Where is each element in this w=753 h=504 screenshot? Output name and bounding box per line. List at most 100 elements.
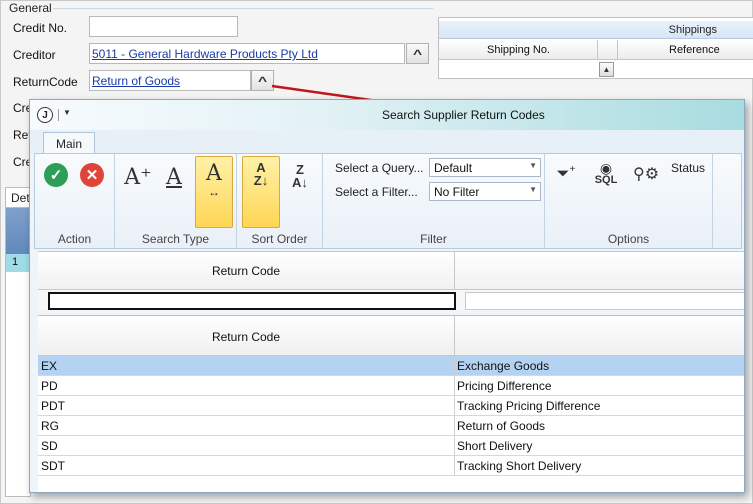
return-code-field[interactable]: Return of Goods [89, 70, 251, 91]
select-query-label: Select a Query... [335, 161, 424, 175]
table-row[interactable]: PDT Tracking Pricing Difference [38, 396, 744, 416]
cancel-button[interactable]: ✕ [77, 158, 107, 192]
filter-select[interactable]: No Filter ▼ [429, 182, 541, 201]
ribbon-group-action: ✓ ✕ Action [35, 154, 115, 248]
status-button[interactable]: Status [671, 161, 705, 175]
search-type-contains-button[interactable]: A ↔ [195, 156, 233, 228]
ribbon-group-sort-order: A Z↓ Z A↓ Sort Order [237, 154, 323, 248]
ribbon: ✓ ✕ Action A⁺ A A ↔ Search Type A Z↓ Z A… [34, 153, 742, 249]
column-separator [597, 40, 598, 60]
details-tab[interactable]: Det [5, 187, 31, 207]
filter-grid: Return Code [38, 251, 744, 311]
eye-icon: ◉ [599, 160, 613, 176]
filter-grid-header-return-code[interactable]: Return Code [38, 252, 455, 290]
table-row[interactable]: EX Exchange Goods [38, 356, 744, 376]
reference-column[interactable]: Reference [669, 44, 720, 56]
details-grid-header [6, 208, 30, 254]
sort-az-icon: A Z↓ [253, 160, 269, 188]
creditor-link[interactable]: 5011 - General Hardware Products Pty Ltd [92, 47, 318, 61]
sort-descending-button[interactable]: Z A↓ [282, 156, 318, 196]
group-title: General [9, 1, 52, 15]
accept-button[interactable]: ✓ [41, 158, 71, 192]
group-divider [53, 8, 433, 9]
options-group-label: Options [607, 232, 650, 246]
sort-ascending-button[interactable]: A Z↓ [242, 156, 280, 228]
results-header-description[interactable] [455, 316, 744, 356]
description-filter-input[interactable] [465, 292, 744, 310]
table-row[interactable]: SD Short Delivery [38, 436, 744, 456]
sql-label: SQL [594, 174, 618, 186]
row-description: Tracking Short Delivery [457, 459, 582, 473]
results-header-return-code[interactable]: Return Code [38, 316, 455, 356]
chevron-up-icon: ^ [412, 46, 423, 61]
cell-separator [454, 356, 455, 376]
ribbon-tab-strip: Main [30, 130, 744, 154]
query-select-value: Default [434, 161, 473, 175]
tab-main[interactable]: Main [43, 132, 95, 154]
dialog-titlebar: J ▼ Search Supplier Return Codes [30, 100, 744, 130]
filter-grid-header-description[interactable] [455, 252, 744, 290]
filter-select-value: No Filter [434, 185, 480, 199]
row-code: PDT [41, 399, 65, 413]
shippings-panel: Shippings Shipping No. Reference ▲ [438, 17, 753, 79]
sort-za-icon: Z A↓ [292, 162, 308, 190]
double-arrow-icon: ↔ [208, 185, 220, 199]
row-code: EX [41, 359, 58, 373]
shippings-title: Shippings [668, 24, 717, 36]
shippings-scroll-up-button[interactable]: ▲ [599, 62, 614, 77]
sql-view-button[interactable]: ◉ SQL [589, 157, 623, 191]
creditor-lookup-button[interactable]: ^ [406, 43, 429, 64]
return-code-link[interactable]: Return of Goods [92, 74, 180, 88]
credit-no-input[interactable] [89, 16, 238, 37]
column-separator [617, 40, 618, 60]
return-code-filter-input[interactable] [48, 292, 456, 310]
table-row[interactable]: RG Return of Goods [38, 416, 744, 436]
font-contains-icon: A [206, 161, 222, 186]
cell-separator [454, 456, 455, 476]
font-underline-icon: A [166, 164, 182, 190]
table-row[interactable]: SDT Tracking Short Delivery [38, 456, 744, 476]
row-description: Exchange Goods [457, 359, 550, 373]
details-grid-row[interactable]: 1 [6, 254, 30, 272]
ribbon-group-filter: Select a Query... Default ▼ Select a Fil… [323, 154, 545, 248]
shippings-header: Shipping No. Reference [439, 40, 753, 60]
creditor-field[interactable]: 5011 - General Hardware Products Pty Ltd [89, 43, 405, 64]
row-code: SD [41, 439, 58, 453]
chevron-down-icon: ▼ [529, 185, 537, 194]
sort-order-group-label: Sort Order [251, 232, 308, 246]
dialog-title: Search Supplier Return Codes [382, 108, 545, 122]
shipping-no-column[interactable]: Shipping No. [487, 44, 550, 56]
shippings-title-bar: Shippings [439, 21, 753, 39]
credit-no-label: Credit No. [13, 21, 68, 35]
filter-column-label: Return Code [211, 264, 281, 278]
return-code-lookup-button[interactable]: ^ [251, 70, 274, 91]
search-dialog: J ▼ Search Supplier Return Codes Main ✓ … [29, 99, 745, 493]
triangle-up-icon: ▲ [602, 65, 611, 74]
ribbon-group-search-type: A⁺ A A ↔ Search Type [115, 154, 237, 248]
ribbon-group-options: ⏷+ ◉ SQL ⚲⚙ Status Options [545, 154, 713, 248]
checkmark-icon: ✓ [44, 163, 68, 187]
table-row[interactable]: PD Pricing Difference [38, 376, 744, 396]
search-type-starts-with-button[interactable]: A⁺ [120, 157, 156, 197]
row-description: Pricing Difference [457, 379, 552, 393]
row-description: Short Delivery [457, 439, 533, 453]
search-settings-button[interactable]: ⚲⚙ [631, 157, 661, 191]
funnel-plus-icon: ⏷+ [556, 164, 576, 183]
action-group-label: Action [57, 232, 92, 246]
row-code: PD [41, 379, 58, 393]
filter-group-label: Filter [420, 232, 447, 246]
search-gear-icon: ⚲⚙ [632, 166, 660, 183]
query-select[interactable]: Default ▼ [429, 158, 541, 177]
creditor-label: Creditor [13, 48, 56, 62]
font-grow-icon: A⁺ [124, 164, 152, 190]
cell-separator [454, 436, 455, 456]
results-grid: Return Code EX Exchange Goods PD Pricing… [38, 315, 744, 492]
cell-separator [454, 416, 455, 436]
row-code: SDT [41, 459, 65, 473]
cell-separator [454, 396, 455, 416]
add-filter-button[interactable]: ⏷+ [551, 157, 581, 191]
details-grid: 1 [5, 207, 31, 497]
row-code: RG [41, 419, 59, 433]
search-type-exact-button[interactable]: A [156, 157, 192, 197]
chevron-up-icon: ^ [257, 73, 268, 88]
